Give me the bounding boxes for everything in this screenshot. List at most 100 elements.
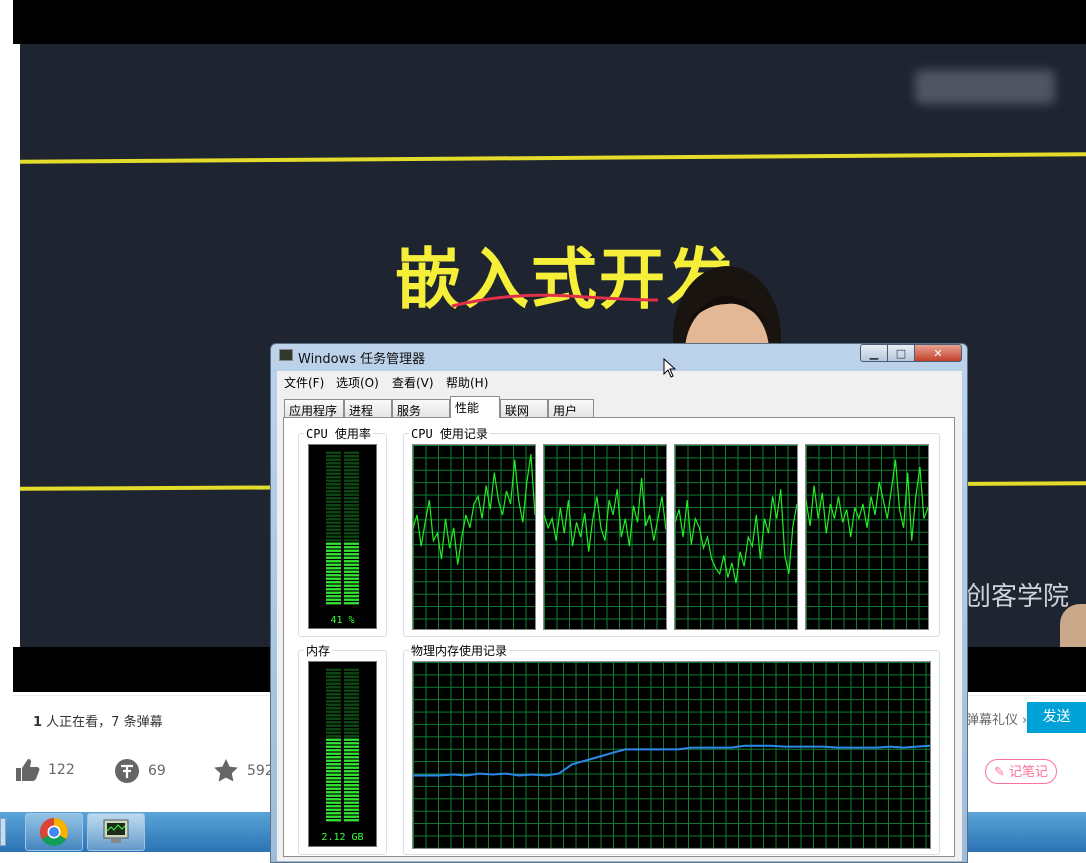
danmaku-etiquette-link[interactable]: 弹幕礼仪 › (966, 709, 1027, 728)
cpu-meter-segment (326, 570, 341, 573)
memory-meter-segment (326, 728, 341, 731)
memory-meter-segment (326, 710, 341, 713)
menu-file[interactable]: 文件(F) (284, 374, 324, 391)
memory-meter-segment (326, 700, 341, 703)
star-icon (214, 759, 238, 782)
memory-meter-segment (326, 745, 341, 748)
memory-meter-segment (326, 735, 341, 738)
cpu-meter-segment (326, 535, 341, 538)
menu-view[interactable]: 查看(V) (392, 374, 434, 391)
taskbar-task-manager-button[interactable] (87, 813, 145, 851)
close-button[interactable]: ✕ (914, 344, 962, 362)
cpu-meter-segment (326, 591, 341, 594)
video-top-bar (0, 0, 1086, 44)
note-button[interactable]: ✎ 记笔记 (985, 759, 1057, 784)
cpu-meter-segment (326, 483, 341, 486)
cpu-meter-segment (344, 490, 359, 493)
memory-meter-segment (326, 752, 341, 755)
memory-meter-segment (344, 700, 359, 703)
cpu-meter-segment (344, 563, 359, 566)
memory-meter-segment (344, 794, 359, 797)
tab-networking[interactable]: 联网 (500, 399, 548, 418)
close-icon: ✕ (933, 346, 943, 360)
cpu-meter-segment (344, 542, 359, 545)
memory-meter-segment (326, 759, 341, 762)
cpu-meter-segment (344, 567, 359, 570)
maximize-icon: □ (895, 346, 907, 360)
memory-meter-segment (326, 679, 341, 682)
cpu-meter-segment (326, 556, 341, 559)
memory-meter-segment (326, 686, 341, 689)
cpu-meter-segment (326, 465, 341, 468)
favorite-action[interactable]: 592 (213, 758, 274, 784)
memory-meter-segment (326, 689, 341, 692)
memory-meter-segment (344, 693, 359, 696)
tab-processes[interactable]: 进程 (344, 399, 392, 418)
like-action[interactable]: 122 (14, 758, 75, 782)
memory-meter-segment (326, 672, 341, 675)
tab-users[interactable]: 用户 (548, 399, 594, 418)
menu-options[interactable]: 选项(O) (336, 374, 379, 391)
coin-icon (115, 759, 139, 783)
memory-meter-segment (326, 717, 341, 720)
cpu-meter-segment (326, 476, 341, 479)
coin-action[interactable]: 69 (114, 758, 166, 784)
cpu-meter-segment (344, 521, 359, 524)
memory-meter-segment (344, 752, 359, 755)
cpu-meter-segment (326, 511, 341, 514)
viewer-status: 1 人正在看，7 条弹幕 (33, 711, 163, 730)
taskbar-chrome-button[interactable] (25, 813, 83, 851)
cpu-meter-segment (344, 595, 359, 598)
watermark-text: 创客学院 (965, 582, 1070, 612)
memory-meter-segment (344, 777, 359, 780)
memory-meter-segment (344, 721, 359, 724)
cpu-meter-segment (344, 458, 359, 461)
memory-meter-segment (326, 766, 341, 769)
cpu-meter-segment (326, 595, 341, 598)
tab-applications[interactable]: 应用程序 (284, 399, 344, 418)
memory-meter-segment (326, 812, 341, 815)
memory-meter-segment (344, 780, 359, 783)
memory-meter-segment (344, 707, 359, 710)
tab-services[interactable]: 服务 (392, 399, 450, 418)
cpu-meter-segment (344, 553, 359, 556)
cpu-core-1-graph (412, 444, 536, 630)
cpu-meter-segment (344, 532, 359, 535)
cpu-meter-segment (326, 588, 341, 591)
memory-meter-segment (344, 784, 359, 787)
cpu-meter-segment (344, 493, 359, 496)
cpu-meter-segment (344, 556, 359, 559)
cpu-meter-segment (344, 535, 359, 538)
memory-meter-segment (344, 717, 359, 720)
cpu-meter-segment (326, 567, 341, 570)
cpu-meter-segment (344, 486, 359, 489)
cpu-meter-segment (344, 465, 359, 468)
memory-meter-segment (326, 805, 341, 808)
cpu-meter-segment (326, 549, 341, 552)
memory-meter-segment (344, 703, 359, 706)
memory-meter-segment (326, 763, 341, 766)
menu-help[interactable]: 帮助(H) (446, 374, 488, 391)
cpu-meter-segment (344, 581, 359, 584)
send-button[interactable]: 发送 (1027, 702, 1086, 733)
minimize-button[interactable]: ▁ (860, 344, 888, 362)
cpu-history-label: CPU 使用记录 (409, 425, 490, 442)
cpu-meter-segment (326, 500, 341, 503)
memory-meter-segment (326, 780, 341, 783)
memory-meter-segment (326, 738, 341, 741)
maximize-button[interactable]: □ (887, 344, 915, 362)
cpu-meter-segment (326, 542, 341, 545)
memory-meter-segment (344, 668, 359, 671)
cpu-meter-bars (326, 451, 359, 605)
cpu-meter-segment (344, 539, 359, 542)
memory-meter-segment (344, 735, 359, 738)
memory-meter-segment (344, 791, 359, 794)
cpu-meter-segment (326, 472, 341, 475)
cpu-meter-segment (344, 546, 359, 549)
cpu-meter-segment (344, 514, 359, 517)
tab-performance[interactable]: 性能 (450, 396, 500, 418)
memory-meter-segment (344, 787, 359, 790)
memory-meter: 2.12 GB (308, 661, 377, 847)
memory-meter-segment (326, 724, 341, 727)
cpu-meter-segment (344, 483, 359, 486)
